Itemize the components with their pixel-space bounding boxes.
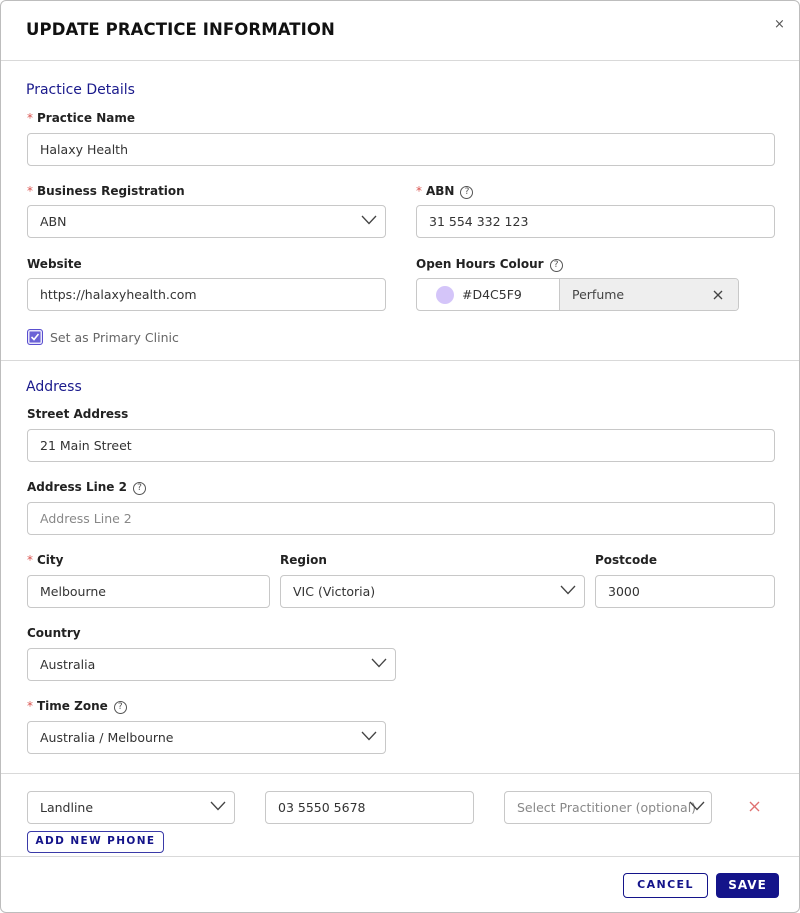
remove-phone-icon[interactable] <box>749 801 760 812</box>
colour-name: Perfume <box>572 287 625 302</box>
country-label: Country <box>27 626 81 640</box>
website-label: Website <box>27 257 82 271</box>
clear-colour-icon[interactable] <box>713 290 723 300</box>
close-icon[interactable]: × <box>774 17 785 32</box>
practice-name-label: * Practice Name <box>27 111 135 125</box>
business-registration-value: ABN <box>40 214 67 229</box>
required-marker: * <box>27 184 33 198</box>
required-marker: * <box>416 184 422 198</box>
open-hours-colour-label: Open Hours Colour? <box>416 257 563 272</box>
chevron-down-icon <box>361 731 377 741</box>
practitioner-select[interactable]: Select Practitioner (optional) <box>504 791 712 824</box>
phone-type-value: Landline <box>40 800 94 815</box>
street-address-input[interactable]: 21 Main Street <box>27 429 775 462</box>
business-registration-label: * Business Registration <box>27 184 185 198</box>
open-hours-colour-picker[interactable]: #D4C5F9 Perfume <box>416 278 739 311</box>
abn-input[interactable]: 31 554 332 123 <box>416 205 775 238</box>
address-line2-label: Address Line 2? <box>27 480 146 495</box>
chevron-down-icon <box>689 801 705 811</box>
help-icon[interactable]: ? <box>549 259 563 272</box>
city-input[interactable]: Melbourne <box>27 575 270 608</box>
region-select[interactable]: VIC (Victoria) <box>280 575 585 608</box>
section-title-address: Address <box>26 379 82 395</box>
phone-type-select[interactable]: Landline <box>27 791 235 824</box>
chevron-down-icon <box>210 801 226 811</box>
save-button[interactable]: SAVE <box>716 873 779 898</box>
header-divider <box>1 60 799 61</box>
timezone-value: Australia / Melbourne <box>40 730 174 745</box>
country-value: Australia <box>40 657 96 672</box>
help-icon[interactable]: ? <box>132 482 146 495</box>
business-registration-select[interactable]: ABN <box>27 205 386 238</box>
section-divider <box>1 773 799 774</box>
timezone-select[interactable]: Australia / Melbourne <box>27 721 386 754</box>
colour-hex-value[interactable]: #D4C5F9 <box>462 279 522 310</box>
required-marker: * <box>27 699 33 713</box>
phone-number-input[interactable]: 03 5550 5678 <box>265 791 474 824</box>
street-address-label: Street Address <box>27 407 129 421</box>
timezone-label: * Time Zone? <box>27 699 127 714</box>
practice-name-input[interactable]: Halaxy Health <box>27 133 775 166</box>
checkmark-icon <box>30 333 40 341</box>
country-select[interactable]: Australia <box>27 648 396 681</box>
chevron-down-icon <box>371 658 387 668</box>
city-label: * City <box>27 553 64 567</box>
postcode-label: Postcode <box>595 553 658 567</box>
colour-name-area: Perfume <box>559 279 738 310</box>
postcode-input[interactable]: 3000 <box>595 575 775 608</box>
footer-divider <box>1 856 799 857</box>
cancel-button[interactable]: CANCEL <box>623 873 708 898</box>
section-title-practice-details: Practice Details <box>26 82 135 98</box>
region-value: VIC (Victoria) <box>293 584 376 599</box>
chevron-down-icon <box>361 215 377 225</box>
region-label: Region <box>280 553 327 567</box>
add-new-phone-button[interactable]: ADD NEW PHONE <box>27 831 164 853</box>
abn-label: * ABN? <box>416 184 474 199</box>
required-marker: * <box>27 553 33 567</box>
address-line2-input[interactable]: Address Line 2 <box>27 502 775 535</box>
dialog-title: UPDATE PRACTICE INFORMATION <box>26 20 335 39</box>
help-icon[interactable]: ? <box>460 186 474 199</box>
required-marker: * <box>27 111 33 125</box>
section-divider <box>1 360 799 361</box>
chevron-down-icon <box>560 585 576 595</box>
update-practice-dialog: UPDATE PRACTICE INFORMATION × Practice D… <box>0 0 800 913</box>
help-icon[interactable]: ? <box>113 701 127 714</box>
colour-swatch[interactable] <box>436 286 454 304</box>
primary-clinic-label[interactable]: Set as Primary Clinic <box>50 330 179 345</box>
primary-clinic-checkbox[interactable] <box>27 329 43 345</box>
website-input[interactable]: https://halaxyhealth.com <box>27 278 386 311</box>
practitioner-placeholder: Select Practitioner (optional) <box>517 800 697 815</box>
